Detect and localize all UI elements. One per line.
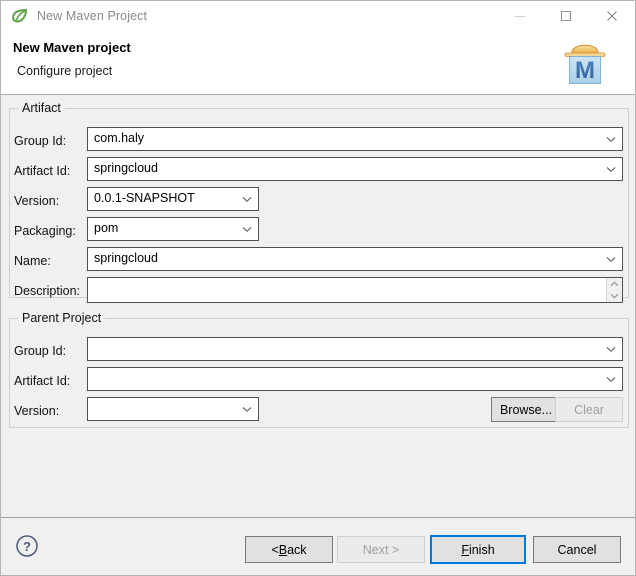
- description-scrollbar[interactable]: [606, 278, 622, 302]
- artifact-name-combo[interactable]: springcloud: [87, 247, 623, 271]
- parent-artifact-id-label: Artifact Id:: [14, 374, 71, 388]
- close-icon[interactable]: [589, 1, 635, 31]
- chevron-down-icon: [242, 226, 252, 233]
- artifact-description-label: Description:: [14, 284, 80, 298]
- maximize-icon[interactable]: [543, 1, 589, 31]
- artifact-group-id-label: Group Id:: [14, 134, 67, 148]
- chevron-down-icon: [606, 346, 616, 353]
- artifact-version-label: Version:: [14, 194, 60, 208]
- title-bar: New Maven Project: [1, 1, 635, 31]
- scroll-up-icon: [610, 281, 619, 287]
- page-subtitle: Configure project: [17, 64, 113, 78]
- back-button[interactable]: < Back: [245, 536, 333, 563]
- cancel-button[interactable]: Cancel: [533, 536, 621, 563]
- chevron-down-icon: [242, 196, 252, 203]
- clear-button[interactable]: Clear: [555, 397, 623, 422]
- page-title: New Maven project: [13, 40, 131, 55]
- spring-leaf-icon: [11, 7, 29, 25]
- artifact-version-combo[interactable]: 0.0.1-SNAPSHOT: [87, 187, 259, 211]
- artifact-artifact-id-label: Artifact Id:: [14, 164, 71, 178]
- svg-text:?: ?: [23, 539, 31, 554]
- artifact-group-id-combo[interactable]: com.haly: [87, 127, 623, 151]
- parent-group-id-combo[interactable]: [87, 337, 623, 361]
- artifact-group-title: Artifact: [18, 101, 65, 115]
- artifact-group-id-value: com.haly: [94, 131, 145, 145]
- artifact-artifact-id-value: springcloud: [94, 161, 158, 175]
- artifact-name-label: Name:: [14, 254, 51, 268]
- next-button[interactable]: Next >: [337, 536, 425, 563]
- chevron-down-icon: [242, 406, 252, 413]
- parent-version-combo[interactable]: [87, 397, 259, 421]
- artifact-description-textarea[interactable]: [87, 277, 623, 303]
- browse-button[interactable]: Browse...: [491, 397, 561, 422]
- artifact-packaging-label: Packaging:: [14, 224, 76, 238]
- artifact-version-value: 0.0.1-SNAPSHOT: [94, 191, 195, 205]
- finish-button[interactable]: Finish: [430, 535, 526, 564]
- window-controls: [497, 1, 635, 31]
- chevron-down-icon: [606, 136, 616, 143]
- minimize-icon[interactable]: [497, 1, 543, 31]
- chevron-down-icon: [606, 376, 616, 383]
- artifact-artifact-id-combo[interactable]: springcloud: [87, 157, 623, 181]
- parent-project-group-title: Parent Project: [18, 311, 106, 325]
- artifact-name-value: springcloud: [94, 251, 158, 265]
- help-icon[interactable]: ?: [14, 533, 40, 559]
- wizard-header: New Maven project Configure project M: [1, 31, 635, 95]
- parent-artifact-id-combo[interactable]: [87, 367, 623, 391]
- window-title: New Maven Project: [37, 9, 148, 23]
- artifact-packaging-combo[interactable]: pom: [87, 217, 259, 241]
- maven-logo-icon: M: [557, 37, 613, 89]
- artifact-packaging-value: pom: [94, 221, 119, 235]
- scroll-down-icon: [610, 293, 619, 299]
- chevron-down-icon: [606, 256, 616, 263]
- parent-version-label: Version:: [14, 404, 60, 418]
- dialog-body: Artifact Group Id: com.haly Artifact Id:…: [1, 96, 635, 555]
- chevron-down-icon: [606, 166, 616, 173]
- new-maven-project-dialog: New Maven Project New Maven project Conf…: [0, 0, 636, 576]
- parent-group-id-label: Group Id:: [14, 344, 67, 358]
- svg-text:M: M: [575, 57, 595, 84]
